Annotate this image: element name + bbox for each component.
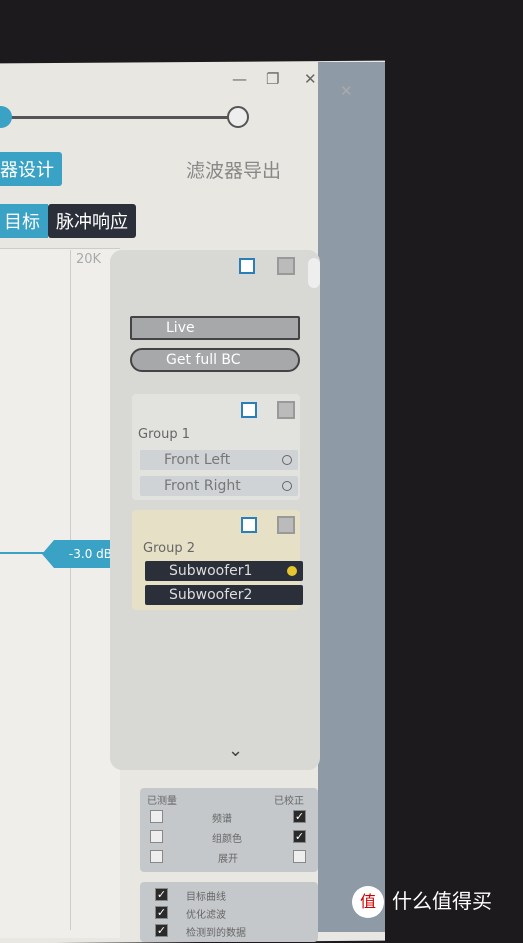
live-button[interactable]: Live: [130, 316, 300, 340]
link-icon[interactable]: [241, 517, 257, 533]
settings-icon[interactable]: [277, 401, 295, 419]
grid-line: [70, 250, 71, 930]
channel-label: Subwoofer1: [169, 563, 253, 579]
channel-dot: [282, 481, 292, 491]
step-filter-export[interactable]: 滤波器导出: [186, 156, 281, 183]
settings-icon[interactable]: [277, 516, 295, 534]
watermark-logo: 值: [352, 886, 384, 918]
option-label: 组颜色: [212, 834, 242, 845]
frequency-plot[interactable]: [0, 248, 120, 938]
step-next-dot[interactable]: [227, 106, 249, 128]
option-label: 展开: [218, 854, 238, 865]
measured-header: 已测量: [147, 796, 177, 807]
corrected-checkbox[interactable]: [293, 850, 306, 863]
channel-label: Front Right: [164, 478, 241, 494]
watermark-text: 什么值得买: [392, 889, 492, 913]
channel-label: Front Left: [164, 452, 231, 468]
channel-dot: [282, 455, 292, 465]
link-icon[interactable]: [239, 258, 255, 274]
taskbar-strip: [318, 62, 385, 932]
channel-subwoofer2[interactable]: Subwoofer2: [145, 585, 303, 605]
option-label: 频谱: [212, 814, 232, 825]
corrected-header: 已校正: [274, 796, 304, 807]
display-label: 目标曲线: [186, 892, 226, 903]
panel-scrollbar[interactable]: [308, 258, 320, 288]
display-checkbox[interactable]: ✓: [155, 906, 168, 919]
channel-front-right[interactable]: Front Right: [140, 476, 298, 496]
corrected-checkbox[interactable]: ✓: [293, 810, 306, 823]
tab-impulse-response[interactable]: 脉冲响应: [48, 204, 136, 238]
outer-close-button[interactable]: ✕: [340, 82, 353, 100]
display-label: 优化滤波: [186, 910, 226, 921]
chevron-down-icon[interactable]: ⌄: [228, 740, 243, 761]
corrected-checkbox[interactable]: ✓: [293, 830, 306, 843]
group-label: Group 2: [143, 541, 195, 556]
step-filter-design[interactable]: 器设计: [0, 152, 62, 186]
measured-checkbox[interactable]: [150, 810, 163, 823]
close-button[interactable]: ✕: [304, 70, 317, 88]
display-label: 检测到的数据: [186, 928, 246, 939]
tab-target[interactable]: 目标: [0, 204, 48, 238]
channel-label: Subwoofer2: [169, 587, 253, 603]
restore-button[interactable]: ❐: [266, 70, 279, 88]
channel-front-left[interactable]: Front Left: [140, 450, 298, 470]
measured-checkbox[interactable]: [150, 830, 163, 843]
get-full-bc-button[interactable]: Get full BC: [130, 348, 300, 372]
minimize-button[interactable]: —: [232, 70, 247, 88]
selected-dot: [287, 566, 297, 576]
step-progress-line: [0, 116, 228, 119]
link-icon[interactable]: [241, 402, 257, 418]
measured-checkbox[interactable]: [150, 850, 163, 863]
channel-subwoofer1[interactable]: Subwoofer1: [145, 561, 303, 581]
freq-tick-20k: 20K: [76, 252, 102, 267]
display-checkbox[interactable]: ✓: [155, 888, 168, 901]
settings-icon[interactable]: [277, 257, 295, 275]
group-label: Group 1: [138, 427, 190, 442]
